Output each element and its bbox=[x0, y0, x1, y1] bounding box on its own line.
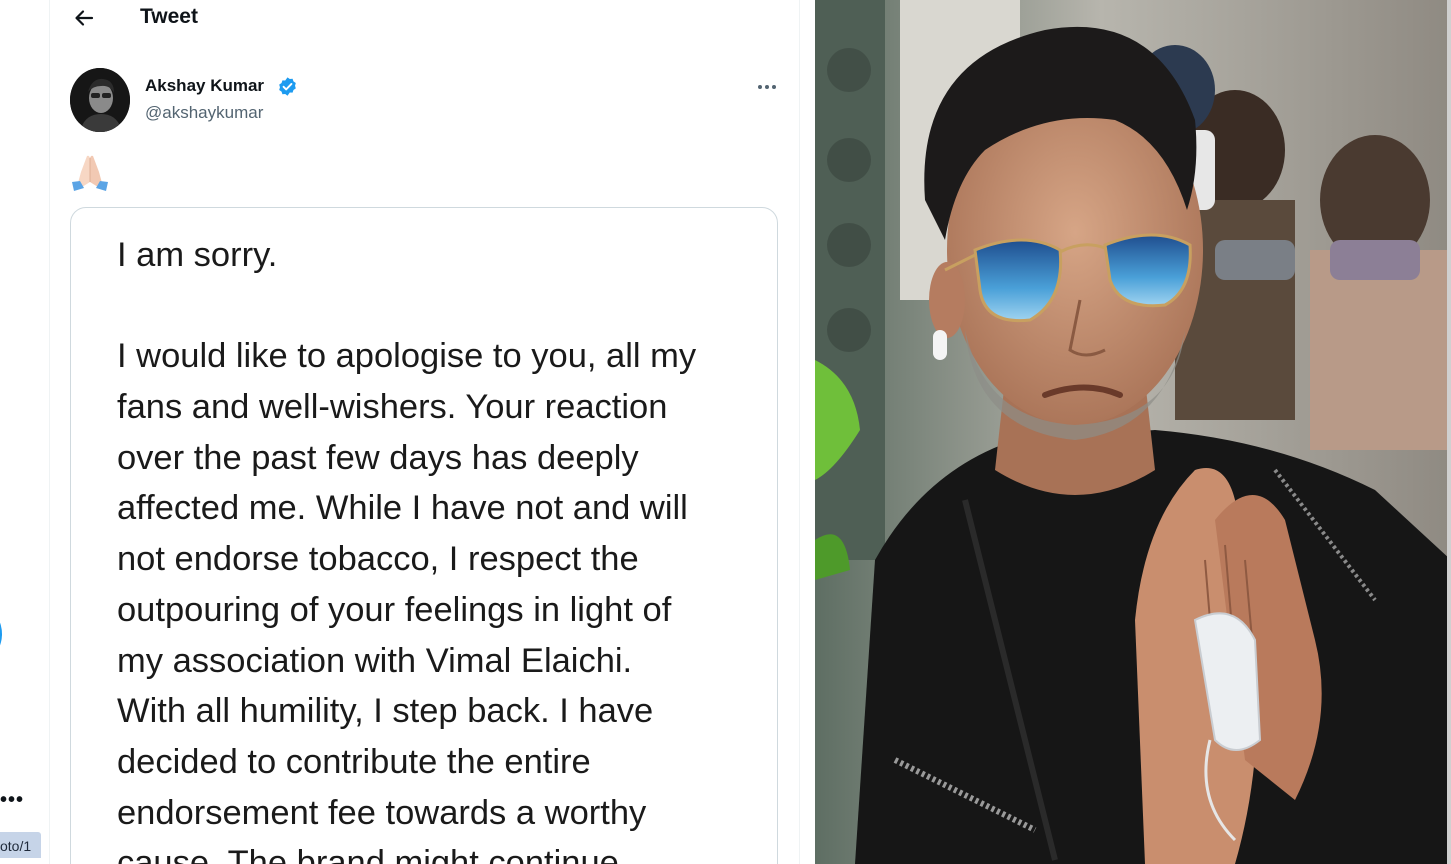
statement-line: outpouring of your feelings in light of bbox=[117, 590, 672, 629]
more-dots-icon[interactable] bbox=[756, 76, 778, 98]
statement-line: decided to contribute the entire bbox=[117, 742, 591, 781]
statement-text: I am sorry. I would like to apologise to… bbox=[117, 230, 757, 864]
news-photo bbox=[815, 0, 1451, 864]
tweet-column: Tweet Akshay Kumar @akshaykumar I am sor… bbox=[50, 0, 800, 864]
verified-badge-icon bbox=[279, 77, 296, 96]
statement-line: fans and well-wishers. Your reaction bbox=[117, 388, 668, 427]
author-handle[interactable]: @akshaykumar bbox=[145, 103, 263, 123]
statement-line: With all humility, I step back. I have bbox=[117, 692, 654, 731]
folded-hands-emoji bbox=[72, 155, 108, 191]
page-title: Tweet bbox=[140, 5, 198, 28]
tweet-image[interactable]: I am sorry. I would like to apologise to… bbox=[70, 207, 778, 864]
avatar[interactable] bbox=[70, 68, 130, 132]
statement-line: I would like to apologise to you, all my bbox=[117, 337, 697, 376]
more-menu-icon[interactable]: ••• bbox=[0, 789, 24, 812]
tweet-button-edge[interactable] bbox=[0, 612, 2, 656]
tweet-author: Akshay Kumar @akshaykumar bbox=[70, 68, 780, 132]
statement-line: my association with Vimal Elaichi. bbox=[117, 641, 633, 680]
statement-line: not endorse tobacco, I respect the bbox=[117, 540, 639, 579]
statement-gap bbox=[117, 281, 757, 332]
statement-line: over the past few days has deeply bbox=[117, 438, 639, 477]
arrow-left-icon[interactable] bbox=[72, 6, 96, 30]
left-sidebar-fragment: ••• oto/1 bbox=[0, 0, 50, 864]
statement-line: affected me. While I have not and will bbox=[117, 489, 688, 528]
author-name[interactable]: Akshay Kumar bbox=[145, 76, 264, 96]
tweet-header: Tweet bbox=[50, 0, 799, 40]
statement-line: endorsement fee towards a worthy bbox=[117, 793, 647, 832]
statement-line: cause. The brand might continue bbox=[117, 844, 619, 864]
statement-line: I am sorry. bbox=[117, 236, 278, 274]
status-url: oto/1 bbox=[0, 832, 41, 858]
